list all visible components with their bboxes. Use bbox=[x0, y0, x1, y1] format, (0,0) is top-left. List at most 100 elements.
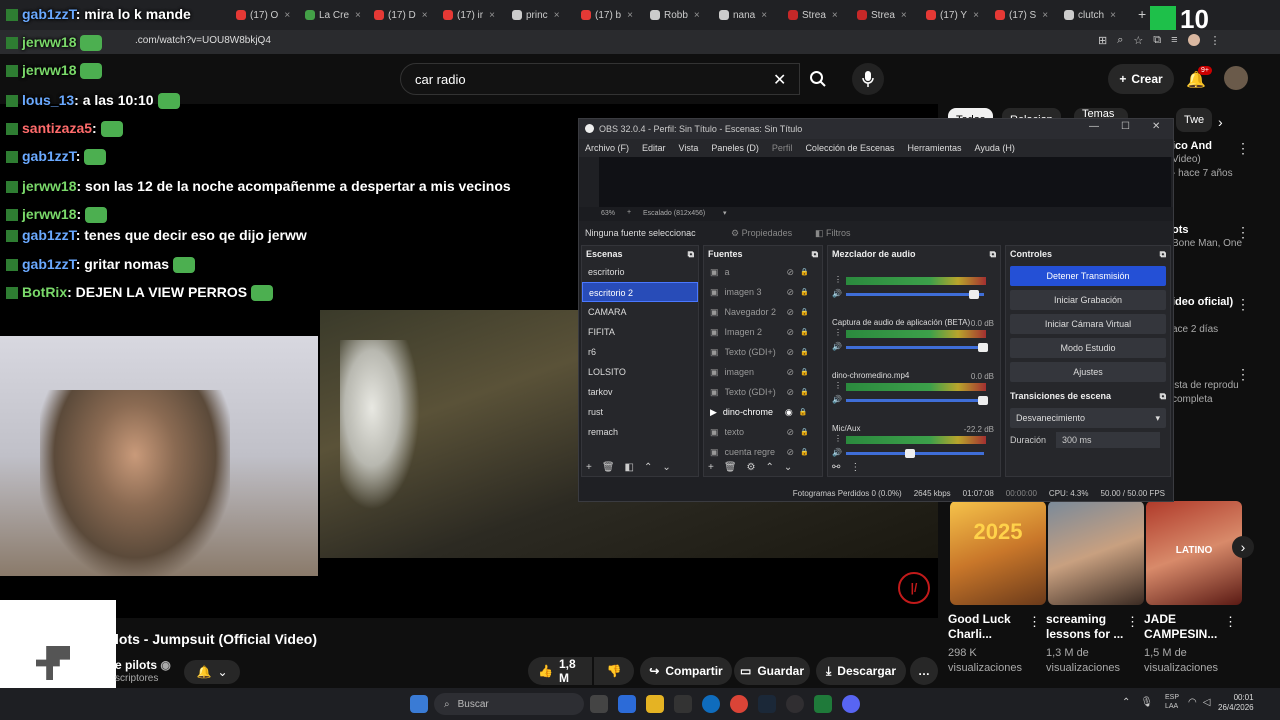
move-up-icon[interactable]: ⌃ bbox=[644, 462, 652, 473]
more-options-icon[interactable]: ⋮ bbox=[1236, 296, 1250, 313]
maximize-icon[interactable]: ☐ bbox=[1121, 121, 1130, 132]
file-explorer-icon[interactable] bbox=[646, 695, 664, 713]
scene-item[interactable]: escritorio 2 bbox=[582, 282, 698, 302]
filters-icon[interactable]: ◧ bbox=[625, 462, 634, 473]
short-thumbnail[interactable]: LATINO bbox=[1146, 501, 1242, 605]
properties-button[interactable]: ⚙ Propiedades bbox=[731, 228, 792, 239]
more-options-icon[interactable]: ⋮ bbox=[1224, 614, 1237, 630]
chat-username[interactable]: gab1zzT bbox=[22, 256, 76, 272]
download-button[interactable]: ⤓ Descargar bbox=[816, 657, 906, 685]
browser-tab[interactable]: nana × bbox=[719, 5, 783, 25]
chat-username[interactable]: lous_13 bbox=[22, 92, 74, 108]
control-button[interactable]: Modo Estudio bbox=[1010, 338, 1166, 358]
chat-username[interactable]: gab1zzT bbox=[22, 6, 76, 22]
task-view-icon[interactable] bbox=[590, 695, 608, 713]
dock-icon[interactable]: ⧉ bbox=[1160, 249, 1166, 259]
control-button[interactable]: Iniciar Cámara Virtual bbox=[1010, 314, 1166, 334]
remove-source-icon[interactable]: 🗑 bbox=[724, 462, 737, 473]
short-thumbnail[interactable] bbox=[1048, 501, 1144, 605]
speaker-icon[interactable]: 🔊 bbox=[832, 395, 842, 404]
clear-search-icon[interactable]: ✕ bbox=[773, 70, 786, 90]
close-tab-icon[interactable]: × bbox=[1110, 10, 1116, 21]
install-icon[interactable]: ⊞ bbox=[1098, 34, 1107, 47]
scene-item[interactable]: CAMARA bbox=[582, 302, 698, 322]
more-options-icon[interactable]: ⋮ bbox=[1236, 140, 1250, 157]
close-tab-icon[interactable]: × bbox=[761, 10, 767, 21]
chips-next-icon[interactable]: › bbox=[1218, 114, 1223, 130]
source-item[interactable]: ▣ Imagen 2 ⊘ 🔒 bbox=[704, 322, 822, 342]
volume-knob[interactable] bbox=[978, 396, 988, 405]
more-options-icon[interactable]: ⋮ bbox=[1236, 224, 1250, 241]
visibility-icon[interactable]: ⊘ bbox=[787, 367, 795, 378]
browser-tab[interactable]: Robb × bbox=[650, 5, 714, 25]
visibility-icon[interactable]: ⊘ bbox=[787, 327, 795, 338]
copilot-icon[interactable] bbox=[618, 695, 636, 713]
add-source-icon[interactable]: + bbox=[708, 462, 714, 473]
dislike-button[interactable]: 👎 bbox=[594, 657, 634, 685]
source-item[interactable]: ▣ imagen 3 ⊘ 🔒 bbox=[704, 282, 822, 302]
scene-item[interactable]: tarkov bbox=[582, 382, 698, 402]
scene-item[interactable]: LOLSITO bbox=[582, 362, 698, 382]
start-icon[interactable] bbox=[410, 695, 428, 713]
discord-icon[interactable] bbox=[842, 695, 860, 713]
dropdown-icon[interactable]: ▾ bbox=[723, 209, 727, 217]
source-item[interactable]: ▣ Texto (GDI+) ⊘ 🔒 bbox=[704, 382, 822, 402]
speaker-icon[interactable]: 🔊 bbox=[832, 448, 842, 457]
create-button[interactable]: + Crear bbox=[1108, 64, 1174, 94]
dock-icon[interactable]: ⧉ bbox=[688, 249, 694, 259]
chrome-icon[interactable] bbox=[730, 695, 748, 713]
obs-menu-item[interactable]: Editar bbox=[642, 143, 666, 153]
source-item[interactable]: ▣ Texto (GDI+) ⊘ 🔒 bbox=[704, 342, 822, 362]
search-button[interactable] bbox=[800, 63, 836, 95]
scene-item[interactable]: r6 bbox=[582, 342, 698, 362]
scene-item[interactable]: FIFITA bbox=[582, 322, 698, 342]
lock-icon[interactable]: 🔒 bbox=[799, 408, 808, 416]
visibility-icon[interactable]: ⊘ bbox=[787, 347, 795, 358]
remove-scene-icon[interactable]: 🗑 bbox=[602, 462, 615, 473]
scene-item[interactable]: remach bbox=[582, 422, 698, 442]
channel-menu-icon[interactable]: ⋮ bbox=[834, 275, 842, 284]
zoom-icon[interactable]: ⌕ bbox=[1117, 34, 1123, 47]
visibility-icon[interactable]: ⊘ bbox=[787, 307, 795, 318]
lock-icon[interactable]: 🔒 bbox=[800, 288, 809, 296]
add-scene-icon[interactable]: + bbox=[586, 462, 592, 473]
tray-chevron-icon[interactable]: ⌃ bbox=[1122, 697, 1130, 708]
chat-username[interactable]: jerww18 bbox=[22, 62, 76, 78]
chat-username[interactable]: jerww18 bbox=[22, 206, 76, 222]
channel-menu-icon[interactable]: ⋮ bbox=[834, 328, 842, 337]
dock-icon[interactable]: ⧉ bbox=[812, 249, 818, 259]
related-title[interactable]: ico And bbox=[1172, 140, 1212, 152]
more-options-icon[interactable]: ⋮ bbox=[1236, 366, 1250, 383]
browser-tab[interactable]: (17) Y × bbox=[926, 5, 990, 25]
browser-tab[interactable]: (17) S × bbox=[995, 5, 1059, 25]
obs-menu-item[interactable]: Perfil bbox=[772, 143, 793, 153]
visibility-icon[interactable]: ⊘ bbox=[787, 387, 795, 398]
source-item[interactable]: ▶ dino-chrome ◉ 🔒 bbox=[704, 402, 822, 422]
chat-username[interactable]: jerww18 bbox=[22, 178, 76, 194]
browser-tab[interactable]: clutch × bbox=[1064, 5, 1128, 25]
minimize-icon[interactable]: — bbox=[1089, 121, 1099, 132]
clock[interactable]: 00:01 26/4/2026 bbox=[1218, 693, 1254, 713]
related-title[interactable]: ots bbox=[1172, 224, 1189, 236]
visibility-icon[interactable]: ⊘ bbox=[787, 267, 795, 278]
obs-taskbar-icon[interactable] bbox=[786, 695, 804, 713]
obs-menu-item[interactable]: Paneles (D) bbox=[711, 143, 759, 153]
move-down-icon[interactable]: ⌄ bbox=[784, 462, 792, 473]
close-tab-icon[interactable]: × bbox=[832, 10, 838, 21]
close-tab-icon[interactable]: × bbox=[901, 10, 907, 21]
control-button[interactable]: Iniciar Grabación bbox=[1010, 290, 1166, 310]
channel-name[interactable]: e pilots ◉ bbox=[115, 658, 171, 672]
volume-slider[interactable] bbox=[846, 399, 984, 402]
control-button[interactable]: Ajustes bbox=[1010, 362, 1166, 382]
scene-item[interactable]: escritorio bbox=[582, 262, 698, 282]
related-title[interactable]: ideo oficial) bbox=[1172, 296, 1233, 308]
reading-icon[interactable]: ≡ bbox=[1171, 34, 1177, 47]
lock-icon[interactable]: 🔒 bbox=[800, 308, 809, 316]
voice-search-button[interactable] bbox=[852, 63, 884, 95]
lock-icon[interactable]: 🔒 bbox=[800, 448, 809, 456]
new-tab-button[interactable]: + bbox=[1138, 6, 1146, 22]
obs-menu-item[interactable]: Vista bbox=[679, 143, 699, 153]
lock-icon[interactable]: 🔒 bbox=[800, 368, 809, 376]
short-title[interactable]: screaming lessons for ... bbox=[1046, 612, 1126, 642]
move-up-icon[interactable]: ⌃ bbox=[766, 462, 774, 473]
